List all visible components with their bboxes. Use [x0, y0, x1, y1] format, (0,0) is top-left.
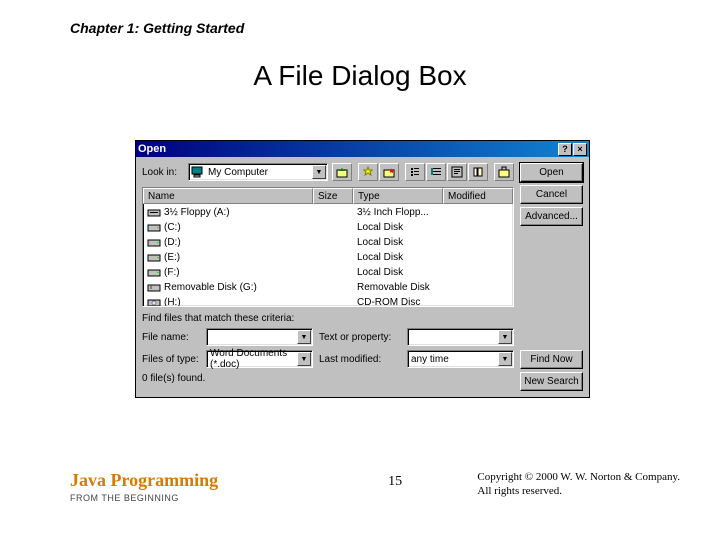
favorites-button[interactable] [358, 163, 378, 181]
computer-icon [191, 166, 205, 178]
files-type-combo[interactable]: Word Documents (*.doc)▼ [206, 350, 313, 368]
disk-icon [147, 222, 161, 233]
toolbar [332, 163, 514, 181]
dialog-titlebar: Open ? × [136, 141, 589, 157]
advanced-button[interactable]: Advanced... [520, 207, 583, 226]
files-type-label: Files of type: [142, 354, 200, 365]
slide-footer: Java Programming FROM THE BEGINNING 15 C… [70, 470, 680, 503]
find-now-button[interactable]: Find Now [520, 350, 583, 369]
col-modified[interactable]: Modified [443, 188, 513, 204]
book-title: Java Programming [70, 470, 218, 491]
preview-button[interactable] [468, 163, 488, 181]
last-modified-combo[interactable]: any time▼ [407, 350, 514, 368]
list-item[interactable]: 3½ Floppy (A:) 3½ Inch Flopp... [145, 205, 511, 220]
text-property-combo[interactable]: ▼ [407, 328, 514, 346]
help-button[interactable]: ? [558, 143, 572, 156]
col-name[interactable]: Name [143, 188, 313, 204]
list-item[interactable]: (H:) CD-ROM Disc [145, 295, 511, 307]
list-item[interactable]: (C:) Local Disk [145, 220, 511, 235]
copyright: Copyright © 2000 W. W. Norton & Company.… [477, 470, 680, 499]
status-text: 0 file(s) found. [142, 373, 514, 384]
removable-icon [147, 282, 161, 293]
col-type[interactable]: Type [353, 188, 443, 204]
list-item[interactable]: (D:) Local Disk [145, 235, 511, 250]
book-subtitle: FROM THE BEGINNING [70, 493, 218, 503]
disk-icon [147, 267, 161, 278]
list-item[interactable]: Removable Disk (G:) Removable Disk [145, 280, 511, 295]
tools-button[interactable] [494, 163, 514, 181]
properties-view-button[interactable] [447, 163, 467, 181]
look-in-label: Look in: [142, 167, 184, 178]
slide-title: A File Dialog Box [0, 60, 720, 92]
col-size[interactable]: Size [313, 188, 353, 204]
close-button[interactable]: × [573, 143, 587, 156]
list-rows: 3½ Floppy (A:) 3½ Inch Flopp... (C:) Loc… [143, 204, 513, 307]
last-modified-label: Last modified: [319, 354, 401, 365]
up-folder-button[interactable] [332, 163, 352, 181]
file-name-label: File name: [142, 332, 200, 343]
chevron-down-icon[interactable]: ▼ [297, 352, 311, 366]
cancel-button[interactable]: Cancel [520, 185, 583, 204]
cdrom-icon [147, 297, 161, 307]
chevron-down-icon[interactable]: ▼ [498, 330, 512, 344]
text-property-label: Text or property: [319, 332, 401, 343]
list-item[interactable]: (E:) Local Disk [145, 250, 511, 265]
file-list[interactable]: Name Size Type Modified 3½ Floppy (A:) 3… [142, 187, 514, 307]
add-favorite-button[interactable] [379, 163, 399, 181]
list-view-button[interactable] [405, 163, 425, 181]
look-in-value: My Computer [208, 167, 268, 178]
chevron-down-icon[interactable]: ▼ [312, 165, 326, 179]
open-dialog: Open ? × Look in: My Computer ▼ [135, 140, 590, 398]
file-name-combo[interactable]: ▼ [206, 328, 313, 346]
open-button[interactable]: Open [520, 163, 583, 182]
list-header: Name Size Type Modified [143, 188, 513, 204]
criteria-label: Find files that match these criteria: [142, 313, 514, 324]
list-item[interactable]: (F:) Local Disk [145, 265, 511, 280]
disk-icon [147, 237, 161, 248]
chevron-down-icon[interactable]: ▼ [498, 352, 512, 366]
details-view-button[interactable] [426, 163, 446, 181]
chevron-down-icon[interactable]: ▼ [297, 330, 311, 344]
floppy-icon [147, 207, 161, 218]
page-number: 15 [388, 474, 402, 490]
look-in-combo[interactable]: My Computer ▼ [188, 163, 328, 181]
dialog-title: Open [138, 143, 557, 155]
disk-icon [147, 252, 161, 263]
chapter-header: Chapter 1: Getting Started [70, 20, 244, 36]
new-search-button[interactable]: New Search [520, 372, 583, 391]
